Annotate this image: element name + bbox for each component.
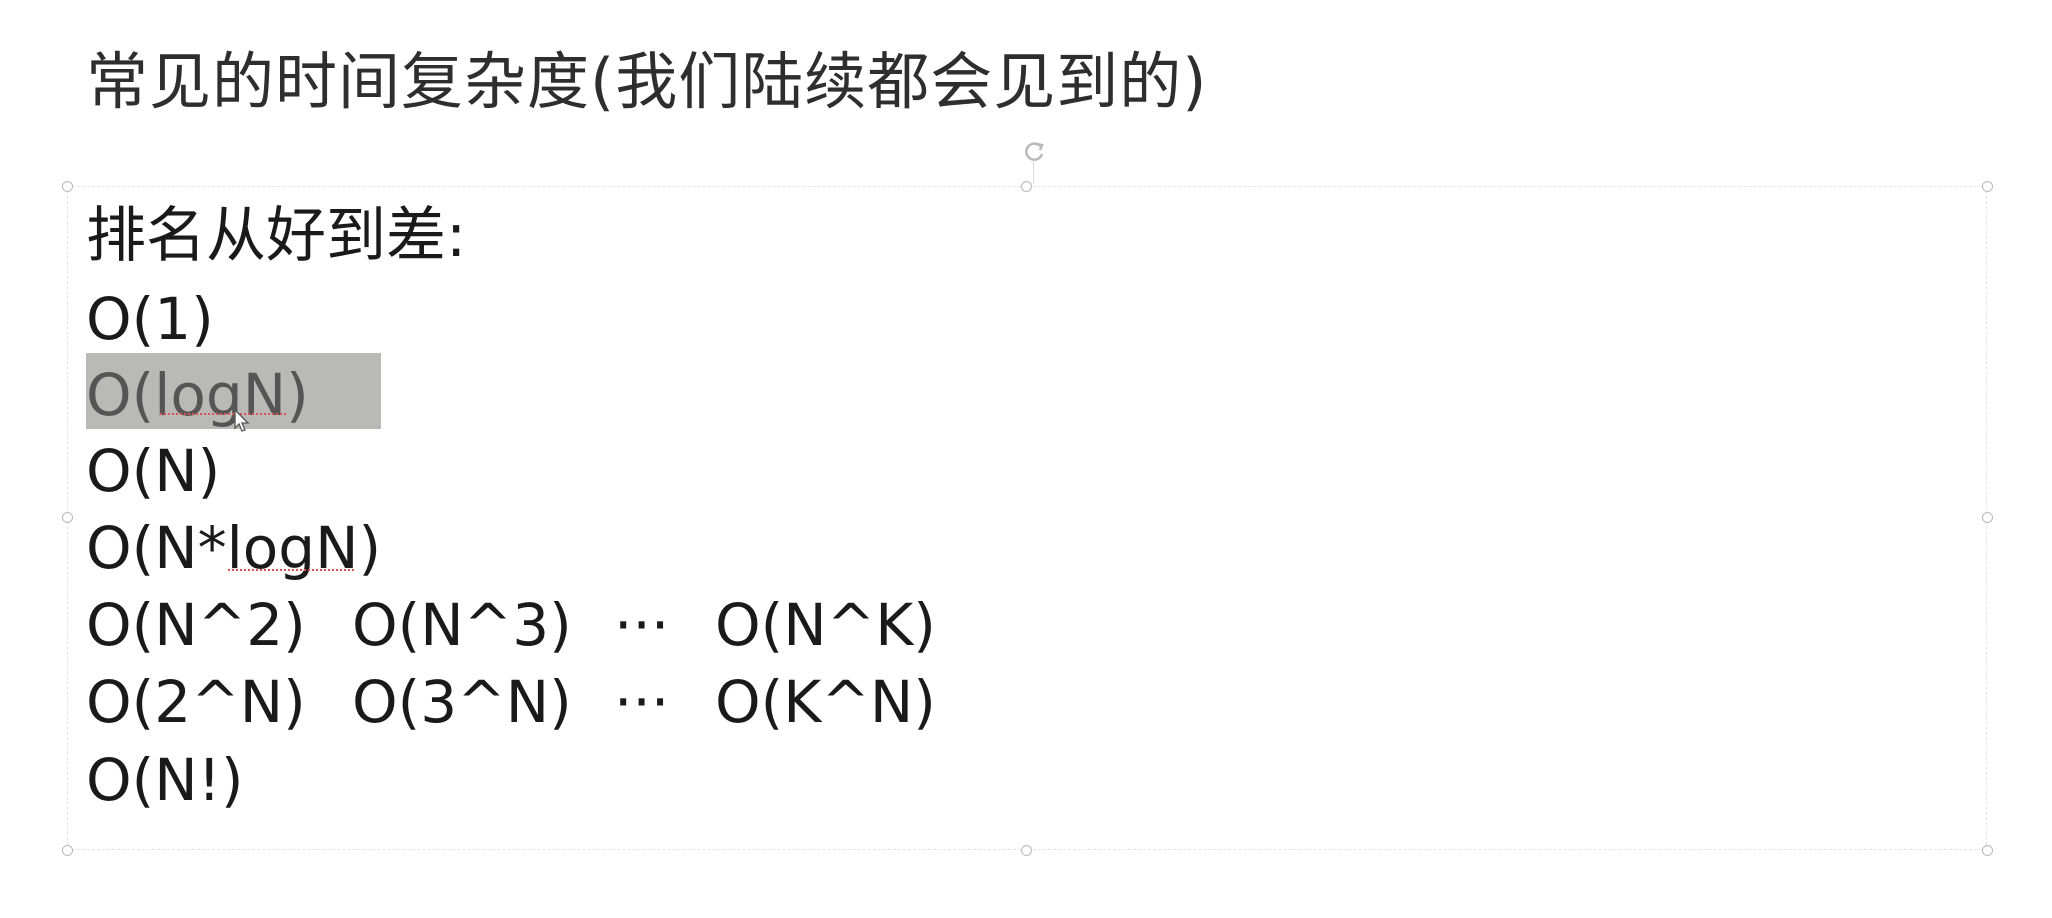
rotate-icon[interactable]: [1019, 137, 1049, 167]
resize-handle-left[interactable]: [62, 512, 73, 523]
complexity-item: O(N*logN): [86, 514, 382, 582]
spellcheck-underline: [160, 410, 286, 415]
complexity-item: O(K^N): [715, 668, 936, 736]
complexity-item: O(N^2): [86, 591, 306, 659]
resize-handle-top-left[interactable]: [62, 181, 73, 192]
complexity-item: O(N^3): [352, 591, 572, 659]
mouse-pointer-icon: [234, 408, 250, 432]
resize-handle-right[interactable]: [1982, 512, 1993, 523]
complexity-item: O(N^K): [715, 591, 936, 659]
slide-title[interactable]: 常见的时间复杂度(我们陆续都会见到的): [86, 40, 1207, 124]
resize-handle-bottom-left[interactable]: [62, 845, 73, 856]
complexity-item: O(2^N): [86, 668, 306, 736]
complexity-line-exponential[interactable]: O(2^N) O(3^N) ··· O(K^N): [86, 664, 936, 740]
resize-handle-top-right[interactable]: [1982, 181, 1993, 192]
complexity-item: O(logN): [86, 361, 309, 429]
complexity-line-log[interactable]: O(logN): [86, 357, 309, 433]
spellcheck-underline: [228, 566, 354, 571]
ranking-heading[interactable]: 排名从好到差:: [86, 196, 466, 276]
complexity-item: O(1): [86, 285, 214, 353]
complexity-line-polynomial[interactable]: O(N^2) O(N^3) ··· O(N^K): [86, 587, 936, 663]
complexity-line-nlogn[interactable]: O(N*logN): [86, 510, 381, 586]
rotate-stem: [1033, 160, 1034, 184]
complexity-line-constant[interactable]: O(1): [86, 281, 214, 357]
complexity-item: O(3^N): [352, 668, 572, 736]
complexity-line-linear[interactable]: O(N): [86, 433, 220, 509]
resize-handle-top[interactable]: [1021, 181, 1032, 192]
resize-handle-bottom[interactable]: [1021, 845, 1032, 856]
resize-handle-bottom-right[interactable]: [1982, 845, 1993, 856]
ellipsis: ···: [614, 591, 670, 659]
ellipsis: ···: [614, 668, 670, 736]
complexity-line-factorial[interactable]: O(N!): [86, 742, 244, 818]
complexity-item: O(N): [86, 437, 221, 505]
complexity-item: O(N!): [86, 746, 244, 814]
